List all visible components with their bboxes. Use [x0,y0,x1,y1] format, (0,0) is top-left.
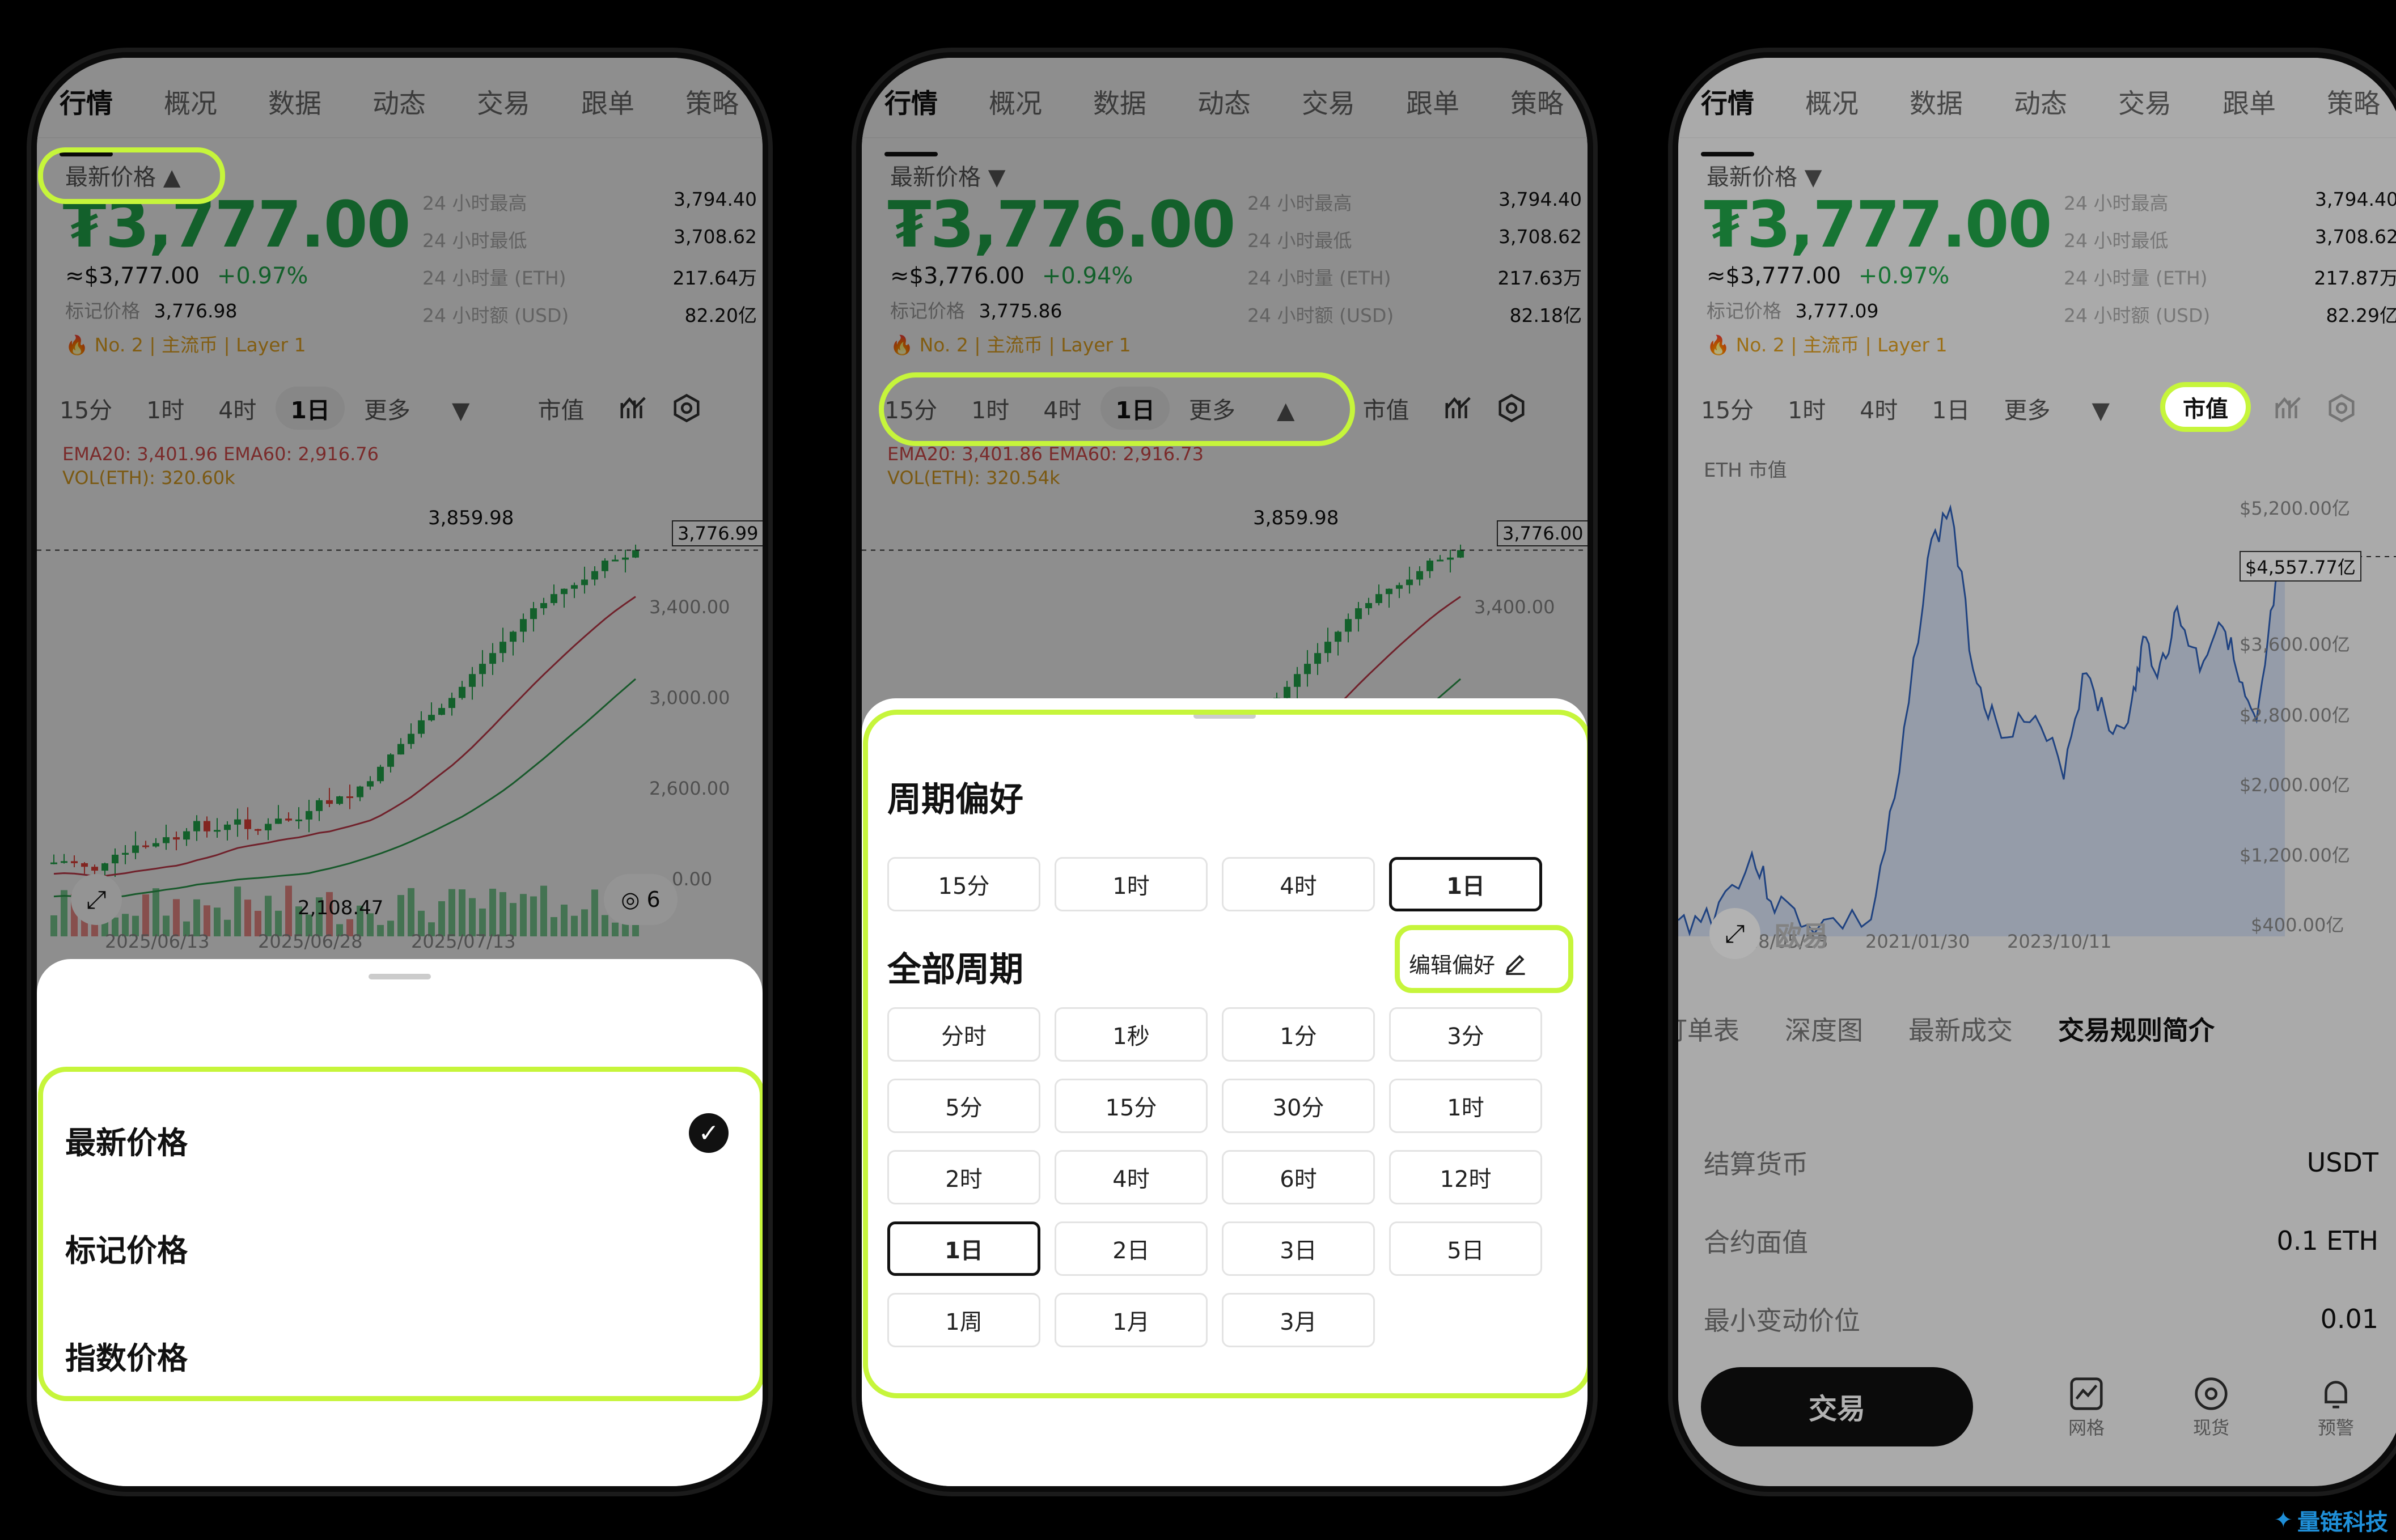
period-option[interactable]: 5日 [1389,1221,1542,1276]
price-type-sheet: 最新价格 ✓ 标记价格 指数价格 [37,959,763,1486]
all-periods-title: 全部周期 [887,950,1023,990]
edit-preferences-label: 编辑偏好 [1409,953,1496,978]
sheet-handle[interactable] [369,974,431,979]
period-option[interactable]: 30分 [1222,1079,1375,1133]
pref-period[interactable]: 1时 [1055,857,1208,911]
watermark: ✦ 量链科技 [2274,1504,2388,1537]
pref-period[interactable]: 15分 [887,857,1040,911]
period-option[interactable]: 12时 [1389,1150,1542,1204]
period-option[interactable]: 1周 [887,1293,1040,1347]
period-option[interactable]: 1日 [887,1221,1040,1276]
period-option[interactable]: 15分 [1055,1079,1208,1133]
period-option[interactable]: 3日 [1222,1221,1375,1276]
watermark-text: 量链科技 [2297,1509,2388,1535]
period-option[interactable]: 1分 [1222,1007,1375,1062]
checkmark-icon: ✓ [689,1113,729,1153]
period-option[interactable]: 6时 [1222,1150,1375,1204]
period-option[interactable]: 3月 [1222,1293,1375,1347]
period-option[interactable]: 1秒 [1055,1007,1208,1062]
option-mark-price[interactable]: 标记价格 [65,1225,188,1270]
phone-panel-price-type: 行情 概况 数据 动态 交易 跟单 策略 最新价格 ▲ ₮3,777.00 ≈$… [31,52,768,1492]
period-option[interactable]: 2时 [887,1150,1040,1204]
period-option[interactable]: 4时 [1055,1150,1208,1204]
option-index-price[interactable]: 指数价格 [65,1333,188,1378]
period-option[interactable]: 2日 [1055,1221,1208,1276]
period-sheet: 周期偏好 15分 1时 4时 1日 全部周期 编辑偏好 分时 1秒 1分 3分 5分 15… [862,698,1588,1486]
sheet-handle[interactable] [1193,713,1256,719]
watermark-logo-icon: ✦ [2274,1507,2293,1533]
pencil-icon [1505,954,1525,975]
pref-period[interactable]: 4时 [1222,857,1375,911]
option-last-price[interactable]: 最新价格 [65,1118,188,1163]
overlay-dim[interactable] [1678,58,2396,1486]
period-option[interactable]: 1月 [1055,1293,1208,1347]
pref-period-selected[interactable]: 1日 [1389,857,1542,911]
edit-preferences-button[interactable]: 编辑偏好 [1409,948,1528,979]
preferred-periods-title: 周期偏好 [887,780,1023,820]
period-option[interactable]: 分时 [887,1007,1040,1062]
period-option[interactable]: 5分 [887,1079,1040,1133]
phone-panel-period: 行情 概况 数据 动态 交易 跟单 策略 最新价格 ▼ ₮3,776.00 ≈$… [856,52,1593,1492]
phone-panel-marketcap: 行情 概况 数据 动态 交易 跟单 策略 最新价格 ▼ ₮3,777.00 ≈$… [1673,52,2396,1492]
period-option[interactable]: 1时 [1389,1079,1542,1133]
all-period-grid: 分时 1秒 1分 3分 5分 15分 30分 1时 2时 4时 6时 12时 1日 2日 3日 5日 1周 1月 3… [887,1007,1542,1347]
period-option[interactable]: 3分 [1389,1007,1542,1062]
preferred-period-grid: 15分 1时 4时 1日 [887,857,1542,911]
